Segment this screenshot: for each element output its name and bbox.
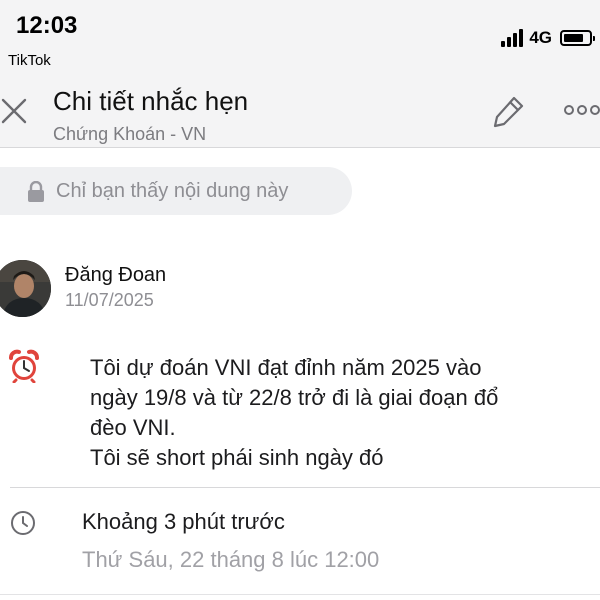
privacy-notice: Chỉ bạn thấy nội dung này [0, 167, 352, 215]
status-time: 12:03 [16, 12, 78, 39]
more-options-button[interactable] [563, 100, 600, 120]
edit-button[interactable] [492, 94, 526, 128]
message-line: Tôi dự đoán VNI đạt đỉnh năm 2025 vào [90, 355, 482, 380]
more-icon [564, 105, 600, 115]
network-type: 4G [529, 28, 552, 47]
message-line: Tôi sẽ short phái sinh ngày đó [90, 445, 384, 470]
page-subtitle: Chứng Khoán - VN [53, 124, 207, 144]
message-line: đèo VNI. [90, 415, 176, 440]
author-name[interactable]: Đăng Đoan [65, 264, 166, 287]
relative-time: Khoảng 3 phút trước [82, 509, 285, 534]
divider [10, 487, 600, 488]
message-line: ngày 19/8 và từ 22/8 trở đi là giai đoạn… [90, 385, 499, 410]
status-indicators: 4G [501, 28, 595, 48]
signal-icon [501, 29, 524, 47]
close-icon [1, 98, 27, 124]
pencil-icon [493, 96, 524, 128]
reminder-datetime: Thứ Sáu, 22 tháng 8 lúc 12:00 [82, 547, 380, 572]
divider [0, 594, 600, 595]
page-title: Chi tiết nhắc hẹn [53, 86, 249, 116]
close-button[interactable] [0, 94, 30, 128]
avatar[interactable] [0, 260, 51, 317]
author-date: 11/07/2025 [65, 290, 154, 310]
clock-icon [10, 510, 36, 536]
status-bar: 12:03 TikTok 4G [0, 0, 600, 72]
header: Chi tiết nhắc hẹn Chứng Khoán - VN [0, 72, 600, 148]
battery-icon [560, 30, 595, 46]
lock-icon [28, 181, 44, 202]
alarm-clock-icon [7, 349, 41, 384]
back-to-app-link[interactable]: TikTok [8, 52, 51, 69]
reminder-message: Tôi dự đoán VNI đạt đỉnh năm 2025 vào ng… [90, 353, 590, 473]
privacy-text: Chỉ bạn thấy nội dung này [56, 180, 289, 202]
